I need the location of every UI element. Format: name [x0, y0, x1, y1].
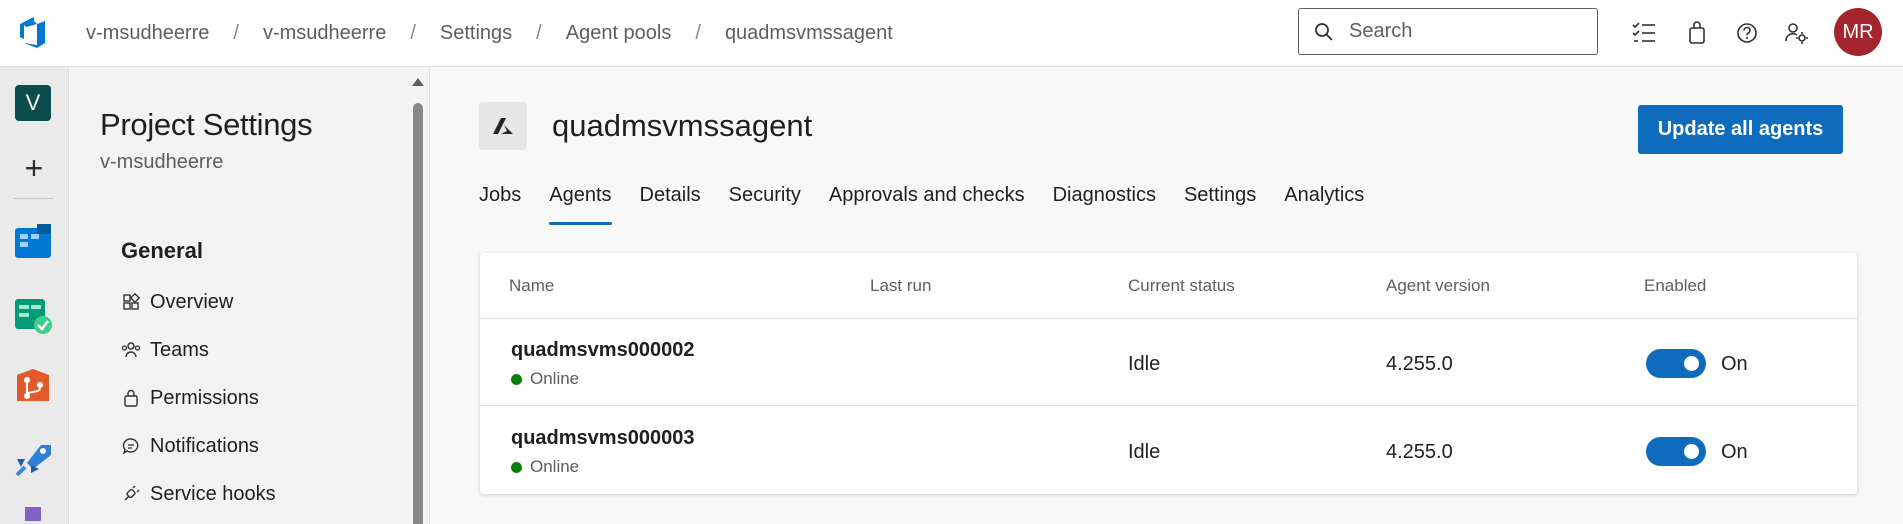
project-settings-sidebar: Project Settings v-msudheerre General Ov…: [70, 67, 430, 524]
sidebar-item-notifications[interactable]: Notifications: [121, 431, 259, 461]
online-label: Online: [530, 457, 580, 476]
tab-jobs[interactable]: Jobs: [479, 181, 521, 231]
online-dot-icon: [511, 461, 522, 473]
chat-bubble-icon: [121, 436, 141, 456]
agent-name[interactable]: quadmsvms000002: [511, 339, 694, 362]
sidebar-item-label: Permissions: [150, 386, 259, 409]
overview-icon: [121, 292, 141, 312]
toggle-knob: [1684, 444, 1699, 459]
page-title: quadmsvmssagent: [552, 108, 813, 143]
scrollbar-thumb[interactable]: [413, 103, 423, 524]
table-row[interactable]: quadmsvms000003 Online Idle 4.255.0 On: [480, 407, 1857, 494]
project-tile[interactable]: V: [15, 85, 51, 121]
sidebar-item-overview[interactable]: Overview: [121, 287, 233, 317]
search-input[interactable]: [1349, 20, 1589, 43]
tab-bar: Jobs Agents Details Security Approvals a…: [479, 181, 1392, 231]
breadcrumb-separator: /: [233, 22, 239, 44]
sidebar-item-service-hooks[interactable]: Service hooks: [121, 479, 276, 509]
teams-icon: [121, 340, 141, 360]
column-header-last-run[interactable]: Last run: [870, 276, 931, 296]
agent-version-cell: 4.255.0: [1386, 441, 1453, 463]
sidebar-item-label: Overview: [150, 290, 234, 313]
pipelines-icon[interactable]: [13, 439, 53, 479]
main-content: quadmsvmssagent Update all agents Jobs A…: [431, 67, 1903, 524]
breadcrumb-pool[interactable]: quadmsvmssagent: [725, 22, 893, 45]
enabled-toggle[interactable]: [1646, 437, 1706, 466]
tab-analytics[interactable]: Analytics: [1284, 181, 1364, 231]
agents-table: Name Last run Current status Agent versi…: [480, 253, 1857, 494]
add-icon[interactable]: +: [18, 152, 50, 184]
lock-icon: [121, 388, 141, 408]
user-settings-icon[interactable]: [1783, 19, 1811, 47]
app-rail: V +: [0, 67, 69, 524]
column-header-enabled[interactable]: Enabled: [1644, 276, 1706, 296]
search-icon: [1313, 21, 1335, 43]
sidebar-item-permissions[interactable]: Permissions: [121, 383, 259, 413]
breadcrumb-settings[interactable]: Settings: [440, 22, 512, 45]
tab-details[interactable]: Details: [640, 181, 701, 231]
enabled-toggle-label: On: [1721, 441, 1748, 463]
table-header: Name Last run Current status Agent versi…: [480, 253, 1857, 319]
test-plans-icon[interactable]: [13, 295, 53, 335]
breadcrumb-separator: /: [695, 22, 701, 44]
breadcrumb-agent-pools[interactable]: Agent pools: [566, 22, 672, 45]
tab-settings[interactable]: Settings: [1184, 181, 1256, 231]
tab-approvals-and-checks[interactable]: Approvals and checks: [829, 181, 1025, 231]
avatar[interactable]: MR: [1834, 8, 1882, 56]
sidebar-item-teams[interactable]: Teams: [121, 335, 209, 365]
breadcrumb-org[interactable]: v-msudheerre: [86, 22, 209, 45]
sidebar-group-general: General: [121, 238, 203, 263]
artifacts-icon[interactable]: [13, 507, 53, 524]
scroll-up-arrow-icon[interactable]: [412, 78, 424, 86]
sidebar-subtitle: v-msudheerre: [100, 151, 224, 173]
enabled-toggle[interactable]: [1646, 349, 1706, 378]
rail-divider: [14, 198, 54, 199]
boards-icon[interactable]: [13, 222, 53, 262]
table-row[interactable]: quadmsvms000002 Online Idle 4.255.0 On: [480, 319, 1857, 406]
shopping-bag-icon[interactable]: [1683, 19, 1711, 47]
update-all-agents-button[interactable]: Update all agents: [1638, 105, 1843, 154]
breadcrumb-project[interactable]: v-msudheerre: [263, 22, 386, 45]
azure-devops-logo-icon[interactable]: [17, 15, 49, 49]
tab-diagnostics[interactable]: Diagnostics: [1053, 181, 1156, 231]
sidebar-item-label: Notifications: [150, 434, 259, 457]
column-header-current-status[interactable]: Current status: [1128, 276, 1235, 296]
azure-icon: [479, 102, 527, 150]
agent-version-cell: 4.255.0: [1386, 353, 1453, 375]
online-dot-icon: [511, 373, 522, 385]
agent-online-status: Online: [511, 457, 579, 477]
toggle-knob: [1684, 356, 1699, 371]
agent-online-status: Online: [511, 369, 579, 389]
column-header-name[interactable]: Name: [509, 276, 554, 296]
breadcrumb-separator: /: [536, 22, 542, 44]
sidebar-item-label: Teams: [150, 338, 209, 361]
sidebar-item-label: Service hooks: [150, 482, 276, 505]
repos-icon[interactable]: [13, 367, 53, 407]
online-label: Online: [530, 369, 580, 388]
breadcrumb-separator: /: [410, 22, 416, 44]
current-status-cell: Idle: [1128, 353, 1161, 375]
top-bar: v-msudheerre / v-msudheerre / Settings /…: [0, 0, 1903, 67]
agent-name[interactable]: quadmsvms000003: [511, 427, 694, 450]
current-status-cell: Idle: [1128, 441, 1161, 463]
sidebar-title: Project Settings: [100, 107, 313, 142]
search-box[interactable]: [1298, 8, 1598, 55]
enabled-toggle-label: On: [1721, 353, 1748, 375]
column-header-agent-version[interactable]: Agent version: [1386, 276, 1490, 296]
sidebar-scrollbar[interactable]: [412, 78, 424, 524]
task-list-icon[interactable]: [1630, 19, 1658, 47]
breadcrumb: v-msudheerre / v-msudheerre / Settings /…: [86, 0, 893, 67]
help-icon[interactable]: [1733, 19, 1761, 47]
plug-icon: [121, 484, 141, 504]
tab-security[interactable]: Security: [729, 181, 801, 231]
tab-agents[interactable]: Agents: [549, 181, 612, 231]
